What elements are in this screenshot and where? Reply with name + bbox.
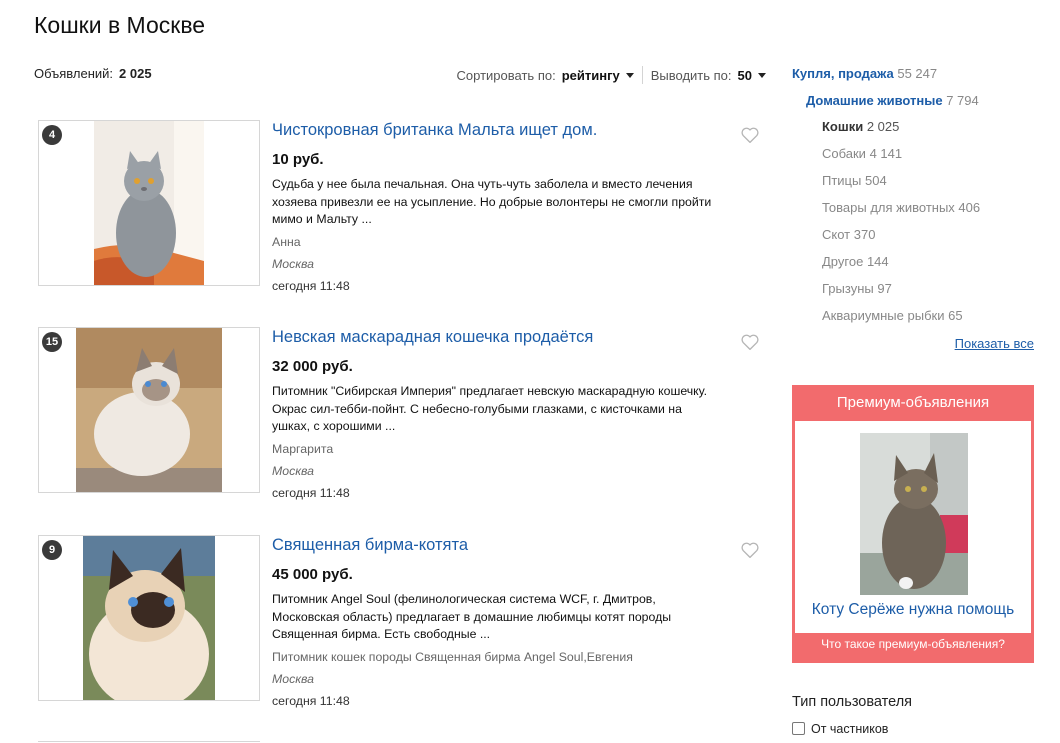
listing-info: Священная бирма-котята 45 000 руб. Питом… — [272, 535, 712, 709]
subcategory-item-birds[interactable]: Птицы 504 — [822, 174, 980, 201]
subcategory-item-dogs[interactable]: Собаки 4 141 — [822, 147, 980, 174]
subcategory-item-livestock[interactable]: Скот 370 — [822, 228, 980, 255]
listing-title-link[interactable]: Священная бирма-котята — [272, 535, 712, 555]
subcategory-label: Кошки — [822, 119, 864, 134]
subcategory-list: Кошки 2 025 Собаки 4 141 Птицы 504 Товар… — [822, 120, 980, 336]
subcategory-count: 4 141 — [869, 146, 903, 161]
results-count-value: 2 025 — [119, 66, 152, 81]
premium-header: Премиум-объявления — [836, 394, 990, 411]
results-count-label: Объявлений: — [34, 66, 114, 81]
caret-down-icon — [625, 73, 634, 78]
category-main: Купля, продажа 55 247 — [792, 66, 937, 81]
sort-controls: Сортировать по: рейтингу Выводить по: 50 — [457, 66, 766, 84]
premium-ads-block: Премиум-объявления Коту Серёже нужна пом… — [792, 385, 1034, 663]
sort-label: Сортировать по: — [456, 68, 556, 83]
subcategory-label: Скот — [822, 227, 851, 242]
listing-info: Чистокровная британка Мальта ищет дом. 1… — [272, 120, 712, 294]
listing-author: Маргарита — [272, 441, 334, 456]
listing-rank-badge: 4 — [42, 125, 62, 145]
listing-title-link[interactable]: Невская маскарадная кошечка продаётся — [272, 327, 712, 347]
subcategory-item-other[interactable]: Другое 144 — [822, 255, 980, 282]
listing-thumbnail[interactable]: 9 — [38, 535, 260, 701]
listing-description: Питомник "Сибирская Империя" предлагает … — [272, 384, 708, 433]
results-toolbar: Объявлений: 2 025 Сортировать по: рейтингу… — [34, 66, 766, 84]
listing-time: сегодня 11:48 — [272, 485, 350, 500]
subcategory-count: 65 — [948, 308, 963, 323]
subcategory-count: 144 — [866, 254, 889, 269]
category-main-link[interactable]: Купля, продажа — [792, 66, 894, 81]
subcategory-item-cats[interactable]: Кошки 2 025 — [822, 120, 980, 147]
sort-dropdown[interactable]: рейтингу — [562, 68, 634, 83]
listing-rank-badge: 15 — [42, 332, 62, 352]
divider — [641, 66, 643, 84]
caret-down-icon — [758, 73, 766, 78]
listing-card: 15 Невская маскарадная кошечка продаётся… — [38, 327, 766, 500]
subcategory-item-fish[interactable]: Аквариумные рыбки 65 — [822, 309, 980, 336]
user-type-heading: Тип пользователя — [792, 694, 913, 710]
listing-rank-badge: 9 — [42, 540, 62, 560]
listing-info: Невская маскарадная кошечка продаётся 32… — [272, 327, 712, 501]
premium-ad-photo — [860, 433, 968, 595]
subcategory-count: 406 — [958, 200, 981, 215]
listing-photo — [94, 121, 204, 285]
subcategory-count: 2 025 — [866, 119, 900, 134]
subcategory-count: 97 — [877, 281, 892, 296]
listing-city: Москва — [272, 671, 315, 686]
perpage-label: Выводить по: — [650, 68, 732, 83]
private-seller-checkbox[interactable] — [792, 722, 805, 735]
category-main-count: 55 247 — [897, 66, 938, 81]
page-title: Кошки в Москве — [34, 12, 206, 38]
subcategory-count: 504 — [864, 173, 887, 188]
listing-price: 10 руб. — [272, 151, 324, 168]
category-sub: Домашние животные 7 794 — [806, 93, 979, 108]
listing-city: Москва — [272, 463, 315, 478]
show-all-link[interactable]: Показать все — [955, 336, 1034, 351]
heart-icon[interactable] — [740, 333, 760, 351]
subcategory-label: Аквариумные рыбки — [822, 308, 945, 323]
listing-photo — [83, 536, 215, 700]
listing-price: 32 000 руб. — [272, 358, 353, 375]
listing-photo — [76, 328, 222, 492]
subcategory-item-pet-goods[interactable]: Товары для животных 406 — [822, 201, 980, 228]
heart-icon[interactable] — [740, 126, 760, 144]
listing-time: сегодня 11:48 — [272, 278, 350, 293]
subcategory-label: Птицы — [822, 173, 862, 188]
listing-time: сегодня 11:48 — [272, 693, 350, 708]
premium-ad-title[interactable]: Коту Серёже нужна помощь — [795, 601, 1031, 619]
listing-description: Судьба у нее была печальная. Она чуть-чу… — [272, 177, 712, 226]
subcategory-label: Собаки — [822, 146, 866, 161]
subcategory-count: 370 — [853, 227, 876, 242]
premium-info-link[interactable]: Что такое премиум-объявления? — [792, 637, 1034, 651]
category-sub-link[interactable]: Домашние животные — [806, 93, 943, 108]
listing-price: 45 000 руб. — [272, 566, 353, 583]
listing-title-link[interactable]: Чистокровная британка Мальта ищет дом. — [272, 120, 712, 140]
perpage-dropdown[interactable]: 50 — [738, 68, 766, 83]
private-seller-filter[interactable]: От частников — [792, 722, 888, 736]
listing-card: 4 Чистокровная британка Мальта ищет дом.… — [38, 120, 766, 293]
results-count: Объявлений: 2 025 — [34, 66, 152, 81]
subcategory-label: Товары для животных — [822, 200, 955, 215]
listing-thumbnail[interactable]: 4 — [38, 120, 260, 286]
subcategory-item-rodents[interactable]: Грызуны 97 — [822, 282, 980, 309]
premium-ad-card[interactable]: Коту Серёже нужна помощь — [795, 421, 1031, 633]
next-listing-border — [38, 741, 260, 742]
subcategory-label: Другое — [822, 254, 864, 269]
listing-city: Москва — [272, 256, 315, 271]
heart-icon[interactable] — [740, 541, 760, 559]
listing-author: Питомник кошек породы Священная бирма An… — [272, 649, 633, 664]
listing-description: Питомник Angel Soul (фелинологическая си… — [272, 592, 672, 641]
sort-value: рейтингу — [561, 68, 620, 83]
category-sub-count: 7 794 — [946, 93, 979, 108]
private-seller-label: От частников — [811, 722, 889, 736]
listing-card: 9 Священная бирма-котята 45 000 руб. Пит… — [38, 535, 766, 708]
perpage-value: 50 — [737, 68, 752, 83]
listing-thumbnail[interactable]: 15 — [38, 327, 260, 493]
listing-author: Анна — [272, 234, 301, 249]
subcategory-label: Грызуны — [822, 281, 874, 296]
